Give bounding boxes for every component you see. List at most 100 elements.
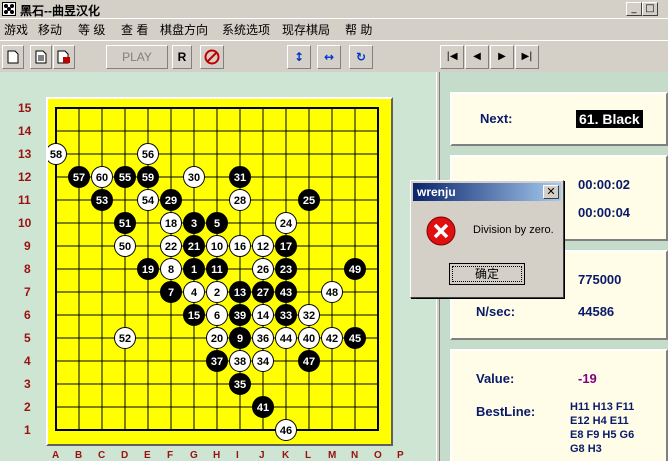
- row-label: 10: [18, 216, 32, 230]
- stop-button[interactable]: [200, 45, 224, 69]
- stone: 57: [68, 166, 90, 188]
- stone-number: 42: [326, 333, 338, 345]
- value-label: Value:: [476, 371, 515, 386]
- stone-number: 5: [214, 218, 220, 230]
- maximize-button[interactable]: □: [642, 2, 658, 16]
- play-button[interactable]: PLAY: [106, 45, 168, 69]
- stone-number: 58: [50, 149, 62, 161]
- stone-number: 14: [257, 310, 270, 322]
- save-button[interactable]: [53, 45, 75, 69]
- last-move-button[interactable]: ▶|: [515, 45, 539, 69]
- row-label: 7: [24, 285, 31, 299]
- stone-number: 20: [211, 333, 223, 345]
- stone: 26: [252, 258, 274, 280]
- row-label: 12: [18, 170, 32, 184]
- stone-number: 9: [237, 333, 243, 345]
- stone-number: 50: [119, 241, 131, 253]
- menu-system-options[interactable]: 系统选项: [222, 21, 270, 38]
- stone-number: 36: [257, 333, 269, 345]
- stone: 7: [160, 281, 182, 303]
- board-grid[interactable]: 58 5657 60 55 59 30 3153 54 29 28 2551 18 3 5 2450 22 21…: [48, 99, 391, 444]
- stone: 13: [229, 281, 251, 303]
- stone-number: 12: [257, 241, 269, 253]
- flip-horizontal-button[interactable]: ↔: [317, 45, 341, 69]
- flip-vertical-button[interactable]: ↕: [287, 45, 311, 69]
- white-time: 00:00:04: [578, 205, 631, 220]
- prev-move-button[interactable]: ◀: [465, 45, 489, 69]
- vertical-arrows-icon: ↕: [293, 50, 305, 64]
- column-label: P: [397, 450, 404, 461]
- column-label: O: [374, 450, 382, 461]
- stone-number: 48: [326, 287, 338, 299]
- stone: 21: [183, 235, 205, 257]
- stone-number: 49: [349, 264, 361, 276]
- stone-number: 2: [214, 287, 220, 299]
- next-move-button[interactable]: ▶: [490, 45, 514, 69]
- stone-number: 45: [349, 333, 361, 345]
- stone-number: 28: [234, 195, 246, 207]
- no-entry-icon: [204, 49, 220, 65]
- stone: 14: [252, 304, 274, 326]
- bestline-label: BestLine:: [476, 404, 536, 419]
- stone-number: 31: [234, 172, 246, 184]
- nsec-value: 44586: [578, 304, 615, 319]
- menu-board-orientation[interactable]: 棋盘方向: [160, 21, 208, 38]
- app-icon: [2, 2, 16, 16]
- stone: 48: [321, 281, 343, 303]
- row-label: 5: [24, 331, 31, 345]
- menu-move[interactable]: 移动: [38, 21, 62, 38]
- stone: 60: [91, 166, 113, 188]
- bestline-line: H11 H13 F11: [570, 401, 635, 413]
- menu-game[interactable]: 游戏: [4, 21, 28, 38]
- stone: 22: [160, 235, 182, 257]
- stone-number: 17: [280, 241, 292, 253]
- stone-number: 54: [142, 195, 155, 207]
- column-label: N: [351, 450, 359, 461]
- rotate-button[interactable]: ↻: [349, 45, 373, 69]
- stone-number: 22: [165, 241, 177, 253]
- stone: 17: [275, 235, 297, 257]
- row-label: 4: [24, 354, 31, 368]
- stone: 36: [252, 327, 274, 349]
- stone-number: 23: [280, 264, 292, 276]
- minimize-button[interactable]: _: [626, 2, 642, 16]
- stone-number: 41: [257, 402, 269, 414]
- row-label: 15: [18, 101, 32, 115]
- first-move-button[interactable]: |◀: [440, 45, 464, 69]
- stone: 19: [137, 258, 159, 280]
- stone: 15: [183, 304, 205, 326]
- menu-view[interactable]: 查 看: [121, 21, 148, 38]
- menu-saved-games[interactable]: 现存棋局: [282, 21, 330, 38]
- stone-number: 4: [191, 287, 198, 299]
- column-label: G: [190, 450, 198, 461]
- stone-number: 39: [234, 310, 246, 322]
- stone-number: 30: [188, 172, 200, 184]
- stone: 4: [183, 281, 205, 303]
- game-board[interactable]: 58 56 57 60 55 59 30 31 53 54 29 28 25 51 18 3 5 24 50 22 21…: [46, 97, 393, 446]
- dialog-close-button[interactable]: ✕: [543, 185, 559, 199]
- stone-number: 47: [303, 356, 315, 368]
- stone-number: 15: [188, 310, 200, 322]
- stone-number: 57: [73, 172, 85, 184]
- stone-number: 26: [257, 264, 269, 276]
- stone-number: 32: [303, 310, 315, 322]
- column-label: L: [305, 450, 312, 461]
- r-button[interactable]: R: [172, 45, 192, 69]
- new-game-button[interactable]: [2, 45, 24, 69]
- menu-help[interactable]: 帮 助: [345, 21, 372, 38]
- stone: 52: [114, 327, 136, 349]
- row-label: 8: [24, 262, 31, 276]
- row-label: 2: [24, 400, 31, 414]
- document-icon: [35, 50, 47, 64]
- column-label: F: [167, 450, 174, 461]
- stone-number: 51: [119, 218, 131, 230]
- open-button[interactable]: [30, 45, 52, 69]
- ok-button[interactable]: 确定: [449, 263, 525, 285]
- stone: 49: [344, 258, 366, 280]
- stone: 9: [229, 327, 251, 349]
- stone: 16: [229, 235, 251, 257]
- menu-level[interactable]: 等 级: [78, 21, 105, 38]
- nodes-value: 775000: [578, 272, 622, 287]
- stone-number: 37: [211, 356, 223, 368]
- stone: 25: [298, 189, 320, 211]
